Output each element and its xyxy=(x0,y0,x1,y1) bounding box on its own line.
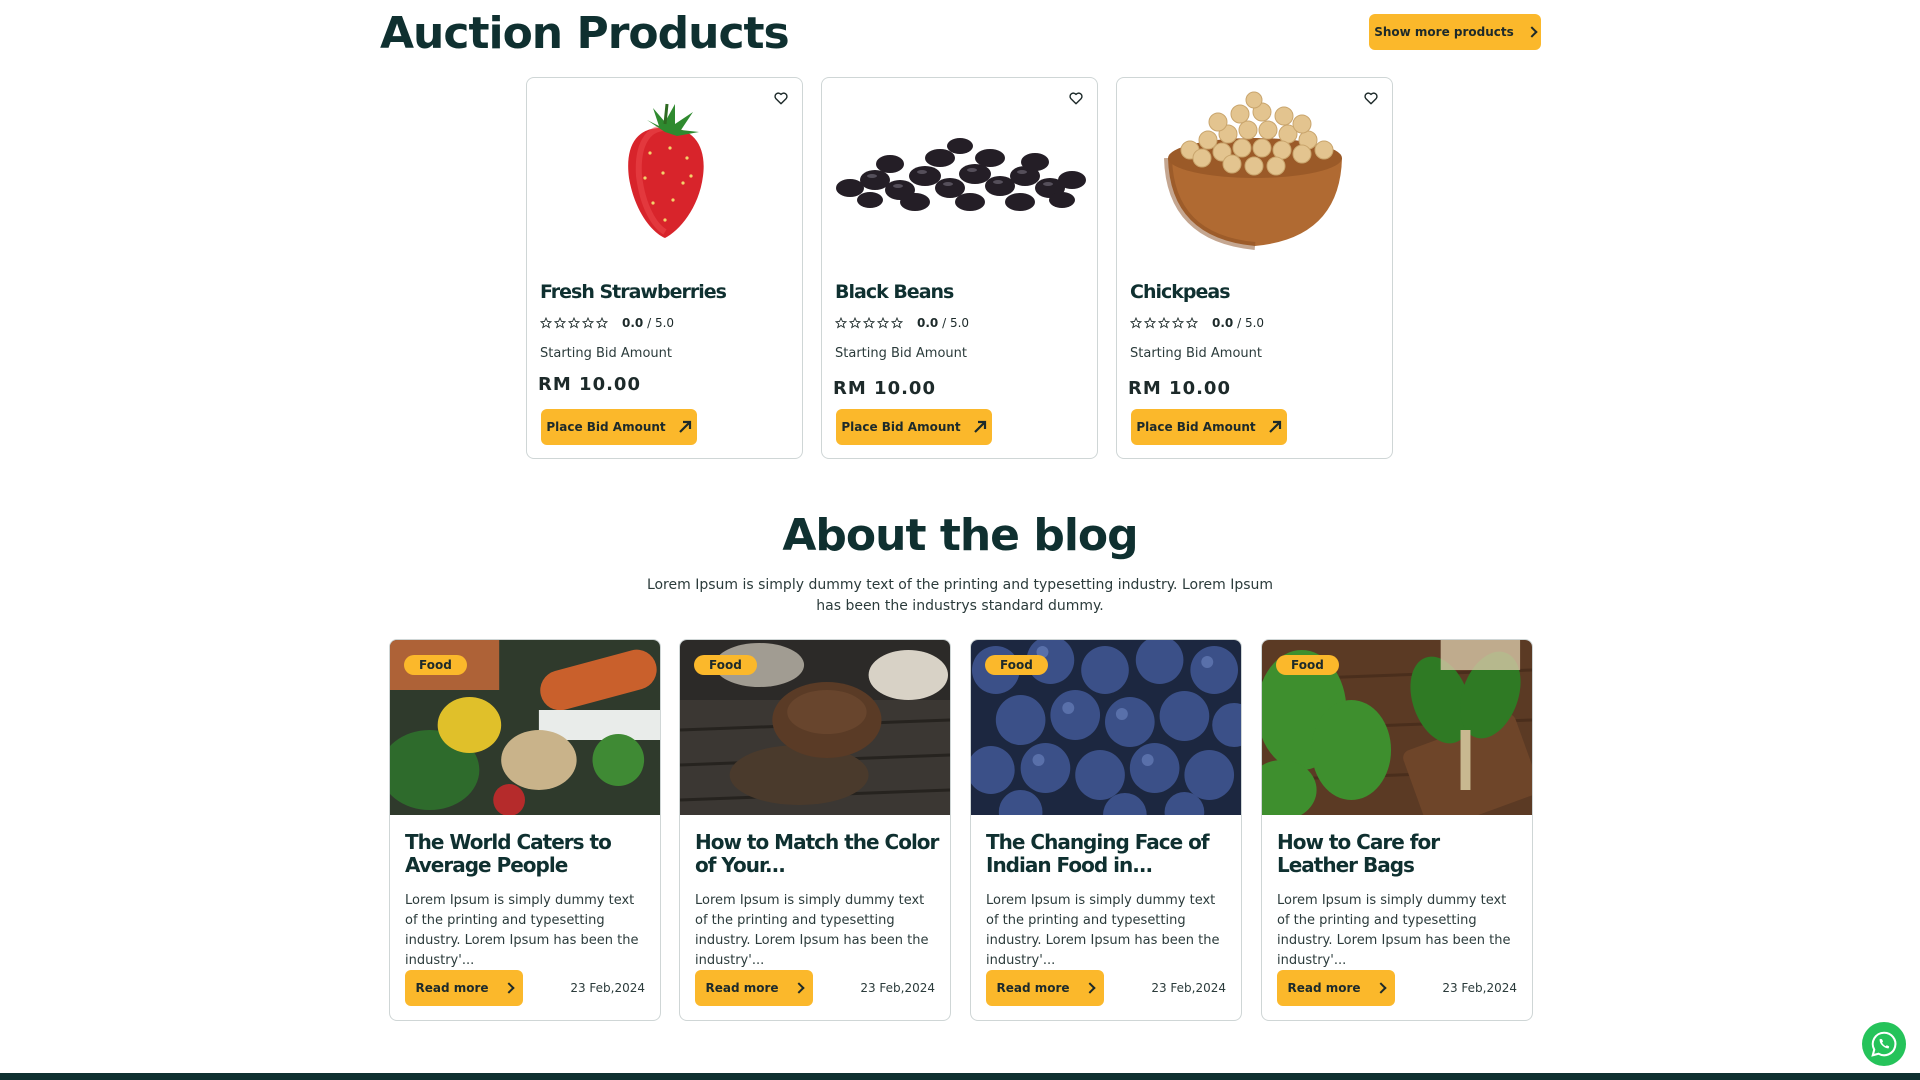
star-rating xyxy=(835,317,903,329)
blog-post-excerpt: Lorem Ipsum is simply dummy text of the … xyxy=(1277,893,1511,968)
blog-section-title: About the blog xyxy=(782,510,1138,561)
product-name[interactable]: Chickpeas xyxy=(1130,281,1230,303)
blog-post-excerpt: Lorem Ipsum is simply dummy text of the … xyxy=(695,893,929,968)
star-icon xyxy=(863,317,875,329)
blog-card[interactable]: Food The World Caters to Average People … xyxy=(389,639,661,1021)
starting-bid-label: Starting Bid Amount xyxy=(835,346,967,361)
arrow-up-right-icon xyxy=(678,420,691,433)
blog-post-title[interactable]: The World Caters to Average People xyxy=(405,831,650,877)
starting-bid-label: Starting Bid Amount xyxy=(540,346,672,361)
product-name[interactable]: Black Beans xyxy=(835,281,954,303)
bid-amount: RM 10.00 xyxy=(538,374,641,395)
product-image-black-beans xyxy=(822,83,1097,263)
whatsapp-icon xyxy=(1871,1031,1897,1057)
read-more-button[interactable]: Read more xyxy=(1277,970,1395,1006)
star-icon xyxy=(1130,317,1142,329)
rating-value: 0.0 xyxy=(622,316,644,330)
show-more-label: Show more products xyxy=(1374,25,1514,39)
blog-section-subtitle: Lorem Ipsum is simply dummy text of the … xyxy=(646,577,1274,614)
place-bid-label: Place Bid Amount xyxy=(546,420,666,434)
show-more-products-button[interactable]: Show more products xyxy=(1369,14,1541,50)
star-icon xyxy=(582,317,594,329)
product-image-chickpeas xyxy=(1117,83,1392,263)
star-icon xyxy=(596,317,608,329)
read-more-label: Read more xyxy=(996,981,1070,995)
auction-section-title: Auction Products xyxy=(380,8,790,59)
star-icon xyxy=(891,317,903,329)
chevron-right-icon xyxy=(502,982,515,994)
star-icon xyxy=(1144,317,1156,329)
place-bid-button[interactable]: Place Bid Amount xyxy=(836,409,992,445)
blog-card[interactable]: Food The Changing Face of Indian Food in… xyxy=(970,639,1242,1021)
star-icon xyxy=(554,317,566,329)
place-bid-button[interactable]: Place Bid Amount xyxy=(541,409,697,445)
blog-post-date: 23 Feb,2024 xyxy=(570,981,645,995)
star-icon xyxy=(1186,317,1198,329)
category-tag: Food xyxy=(694,655,757,675)
read-more-button[interactable]: Read more xyxy=(405,970,523,1006)
rating-max: / 5.0 xyxy=(647,316,675,330)
rating-value: 0.0 xyxy=(1212,316,1234,330)
chevron-right-icon xyxy=(1374,982,1387,994)
bid-amount: RM 10.00 xyxy=(833,378,936,399)
product-rating: 0.0 / 5.0 xyxy=(1130,316,1264,330)
read-more-label: Read more xyxy=(705,981,779,995)
rating-max: / 5.0 xyxy=(1237,316,1265,330)
arrow-up-right-icon xyxy=(973,420,986,433)
read-more-label: Read more xyxy=(415,981,489,995)
rating-max: / 5.0 xyxy=(942,316,970,330)
star-icon xyxy=(540,317,552,329)
product-card[interactable]: Chickpeas 0.0 / 5.0 Starting Bid Amount … xyxy=(1116,77,1393,459)
starting-bid-label: Starting Bid Amount xyxy=(1130,346,1262,361)
star-icon xyxy=(1172,317,1184,329)
category-tag: Food xyxy=(1276,655,1339,675)
place-bid-label: Place Bid Amount xyxy=(1136,420,1256,434)
whatsapp-chat-button[interactable] xyxy=(1862,1022,1906,1066)
blog-post-title[interactable]: The Changing Face of Indian Food in... xyxy=(986,831,1231,877)
read-more-button[interactable]: Read more xyxy=(695,970,813,1006)
category-tag: Food xyxy=(404,655,467,675)
star-icon xyxy=(1158,317,1170,329)
read-more-label: Read more xyxy=(1287,981,1361,995)
star-icon xyxy=(877,317,889,329)
product-image-strawberry xyxy=(527,83,802,263)
chevron-right-icon xyxy=(792,982,805,994)
arrow-up-right-icon xyxy=(1268,420,1281,433)
star-icon xyxy=(849,317,861,329)
blog-card[interactable]: Food How to Care for Leather Bags Lorem … xyxy=(1261,639,1533,1021)
bid-amount: RM 10.00 xyxy=(1128,378,1231,399)
blog-post-excerpt: Lorem Ipsum is simply dummy text of the … xyxy=(405,893,639,968)
product-card[interactable]: Black Beans 0.0 / 5.0 Starting Bid Amoun… xyxy=(821,77,1098,459)
blog-post-excerpt: Lorem Ipsum is simply dummy text of the … xyxy=(986,893,1220,968)
category-tag: Food xyxy=(985,655,1048,675)
footer-bar xyxy=(0,1073,1920,1080)
chevron-right-icon xyxy=(1083,982,1096,994)
blog-post-title[interactable]: How to Match the Color of Your... xyxy=(695,831,940,877)
read-more-button[interactable]: Read more xyxy=(986,970,1104,1006)
rating-value: 0.0 xyxy=(917,316,939,330)
blog-post-date: 23 Feb,2024 xyxy=(1151,981,1226,995)
product-name[interactable]: Fresh Strawberries xyxy=(540,281,727,303)
blog-post-date: 23 Feb,2024 xyxy=(860,981,935,995)
place-bid-label: Place Bid Amount xyxy=(841,420,961,434)
product-card[interactable]: Fresh Strawberries 0.0 / 5.0 Starting Bi… xyxy=(526,77,803,459)
place-bid-button[interactable]: Place Bid Amount xyxy=(1131,409,1287,445)
star-icon xyxy=(835,317,847,329)
blog-post-date: 23 Feb,2024 xyxy=(1442,981,1517,995)
product-rating: 0.0 / 5.0 xyxy=(540,316,674,330)
star-icon xyxy=(568,317,580,329)
star-rating xyxy=(540,317,608,329)
blog-post-title[interactable]: How to Care for Leather Bags xyxy=(1277,831,1522,877)
star-rating xyxy=(1130,317,1198,329)
chevron-right-icon xyxy=(1526,26,1538,38)
blog-card[interactable]: Food How to Match the Color of Your... L… xyxy=(679,639,951,1021)
product-rating: 0.0 / 5.0 xyxy=(835,316,969,330)
